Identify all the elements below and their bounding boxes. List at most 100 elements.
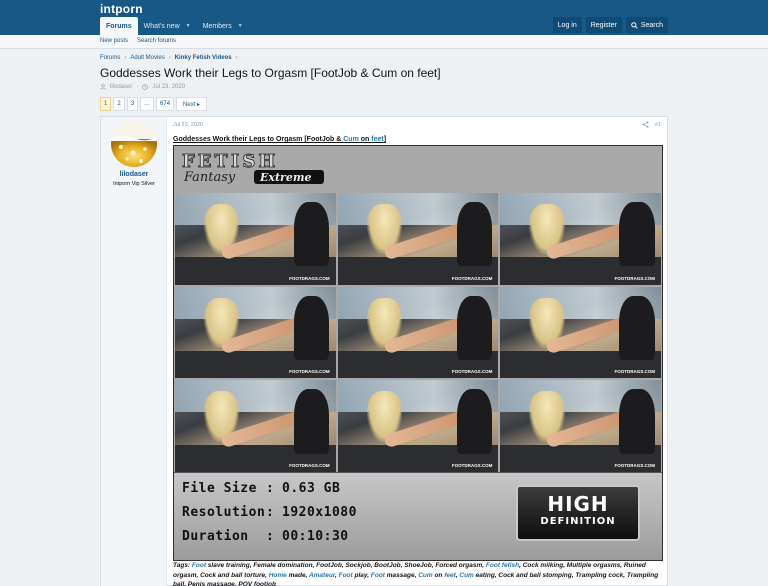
login-label: Log in <box>557 21 577 29</box>
thumbnail[interactable]: FOOTDRAGS.COM <box>175 286 336 379</box>
avatar[interactable] <box>111 121 157 167</box>
video-specs: File Size:0.63 GB Resolution: 1920x1080 D… <box>174 472 662 560</box>
watermark: FOOTDRAGS.COM <box>289 275 330 281</box>
new-posts-link[interactable]: New posts <box>100 38 128 44</box>
tab-members-label: Members <box>202 22 232 30</box>
watermark: FOOTDRAGS.COM <box>451 369 493 375</box>
breadcrumb: Forums › Adult Movies › Kinky Fetish Vid… <box>100 55 238 61</box>
post-number[interactable]: #1 <box>655 122 661 128</box>
register-button[interactable]: Register <box>585 17 622 33</box>
spec-colon: : <box>266 529 275 544</box>
heading-link-feet[interactable]: feet <box>371 136 383 143</box>
tag-link[interactable]: Foot <box>192 562 206 569</box>
page-3[interactable]: 3 <box>126 97 139 111</box>
spec-key: Resolution <box>182 505 266 520</box>
thumbnail[interactable]: FOOTDRAGS.COM <box>175 193 336 285</box>
studio-logo: FETISH Fantasy Extreme <box>182 151 324 185</box>
header-actions: Log in Register Search <box>552 17 668 33</box>
cover-image[interactable]: FETISH Fantasy Extreme FOOTDRAGS.COM FOO… <box>173 145 663 561</box>
tag-link[interactable]: Home <box>269 572 287 579</box>
page-2[interactable]: 2 <box>113 97 125 111</box>
hd-badge-line2: DEFINITION <box>540 516 616 527</box>
tag-text: slave training, Female domination, FootJ… <box>206 562 486 569</box>
tag-list: Foot slave training, Female domination, … <box>173 562 658 586</box>
thread-date[interactable]: Jul 23, 2020 <box>152 84 185 90</box>
breadcrumb-separator: › <box>168 55 171 61</box>
watermark: FOOTDRAGS.COM <box>289 369 330 375</box>
logo-line3: Extreme <box>259 171 311 184</box>
thumbnail[interactable]: FOOTDRAGS.COM <box>500 193 661 285</box>
register-label: Register <box>590 21 617 29</box>
thumbnail[interactable]: FOOTDRAGS.COM <box>175 380 336 472</box>
watermark: FOOTDRAGS.COM <box>289 462 330 468</box>
spec-resolution: Resolution: 1920x1080 <box>182 505 357 520</box>
thumbnail[interactable]: FOOTDRAGS.COM <box>500 286 661 379</box>
logo-line1: FETISH <box>182 151 278 172</box>
thread-meta: lilodaser · Jul 23, 2020 <box>100 84 185 90</box>
watermark: FOOTDRAGS.COM <box>614 462 656 468</box>
tag-link[interactable]: Foot <box>339 572 353 579</box>
logo-line2: Fantasy <box>183 170 236 185</box>
tag-link[interactable]: feet <box>444 572 456 579</box>
user-icon <box>100 84 106 90</box>
hd-badge-line1: HIGH <box>547 492 609 516</box>
thumbnail[interactable]: FOOTDRAGS.COM <box>500 380 661 472</box>
page-1[interactable]: 1 <box>100 97 112 111</box>
tag-link[interactable]: Amateur <box>309 572 335 579</box>
spec-colon: : <box>266 481 275 496</box>
post-tags: Tags: Foot slave training, Female domina… <box>173 561 663 586</box>
search-button[interactable]: Search <box>625 17 668 33</box>
thumbnail[interactable]: FOOTDRAGS.COM <box>337 286 499 379</box>
tag-link[interactable]: Cum <box>459 572 473 579</box>
tab-forums[interactable]: Forums <box>100 17 138 35</box>
main-nav: Forums What's new ▼ Members ▼ <box>100 17 249 35</box>
watermark: FOOTDRAGS.COM <box>614 369 656 375</box>
page-674[interactable]: 674 <box>156 97 175 111</box>
tab-forums-label: Forums <box>106 22 132 30</box>
breadcrumb-kinky-fetish[interactable]: Kinky Fetish Videos <box>175 55 232 61</box>
spec-file-size: File Size:0.63 GB <box>182 481 340 496</box>
spec-key: File Size <box>182 481 257 496</box>
tab-whats-new-label: What's new <box>143 22 180 30</box>
tag-text: made, <box>286 571 309 579</box>
tag-link[interactable]: Foot <box>371 572 385 579</box>
tag-text: massage, <box>384 571 419 579</box>
spec-duration: Duration:00:10:30 <box>182 529 349 544</box>
thread-author[interactable]: lilodaser <box>110 84 132 90</box>
breadcrumb-forums[interactable]: Forums <box>100 55 120 61</box>
heading-part: ] <box>383 136 387 143</box>
heading-part: on <box>358 136 372 143</box>
tab-whats-new[interactable]: What's new ▼ <box>138 17 197 35</box>
post-username[interactable]: lilodaser <box>101 171 167 178</box>
share-icon[interactable] <box>642 121 649 128</box>
heading-part: Goddesses Work their Legs to Orgasm [Foo… <box>173 136 344 143</box>
thumbnail[interactable]: FOOTDRAGS.COM <box>337 193 499 285</box>
post-heading: Goddesses Work their Legs to Orgasm [Foo… <box>173 136 386 143</box>
chevron-down-icon[interactable]: ▼ <box>186 23 191 29</box>
tag-link[interactable]: Cum <box>418 572 432 579</box>
heading-link-cum[interactable]: Cum <box>343 136 359 143</box>
chevron-down-icon[interactable]: ▼ <box>238 23 243 29</box>
tab-members[interactable]: Members ▼ <box>197 17 249 35</box>
thumbnail[interactable]: FOOTDRAGS.COM <box>337 380 499 472</box>
search-forums-link[interactable]: Search forums <box>137 38 176 44</box>
page-title: Goddesses Work their Legs to Orgasm [Foo… <box>100 66 441 80</box>
user-title: Intporn Vip Silver <box>113 181 155 187</box>
tag-text: on <box>432 571 445 579</box>
spec-key: Duration <box>182 529 249 544</box>
tag-link[interactable]: Foot fetish <box>486 562 519 569</box>
watermark: FOOTDRAGS.COM <box>614 275 656 281</box>
thumbnail-grid: FOOTDRAGS.COM FOOTDRAGS.COM FOOTDRAGS.CO… <box>174 193 662 472</box>
breadcrumb-separator: › <box>235 55 238 61</box>
post-date[interactable]: Jul 23, 2020 <box>173 122 203 128</box>
site-logo[interactable]: intporn <box>100 2 143 16</box>
post-actions: #1 <box>642 121 661 128</box>
next-page-button[interactable]: Next ▸ <box>176 97 208 111</box>
spec-value: 1920x1080 <box>282 505 357 520</box>
post-user-panel: lilodaser Intporn Vip Silver <box>101 117 167 586</box>
page-ellipsis[interactable]: … <box>140 97 155 111</box>
login-button[interactable]: Log in <box>552 17 582 33</box>
breadcrumb-adult-movies[interactable]: Adult Movies <box>130 55 164 61</box>
watermark: FOOTDRAGS.COM <box>451 275 493 281</box>
watermark: FOOTDRAGS.COM <box>451 462 493 468</box>
